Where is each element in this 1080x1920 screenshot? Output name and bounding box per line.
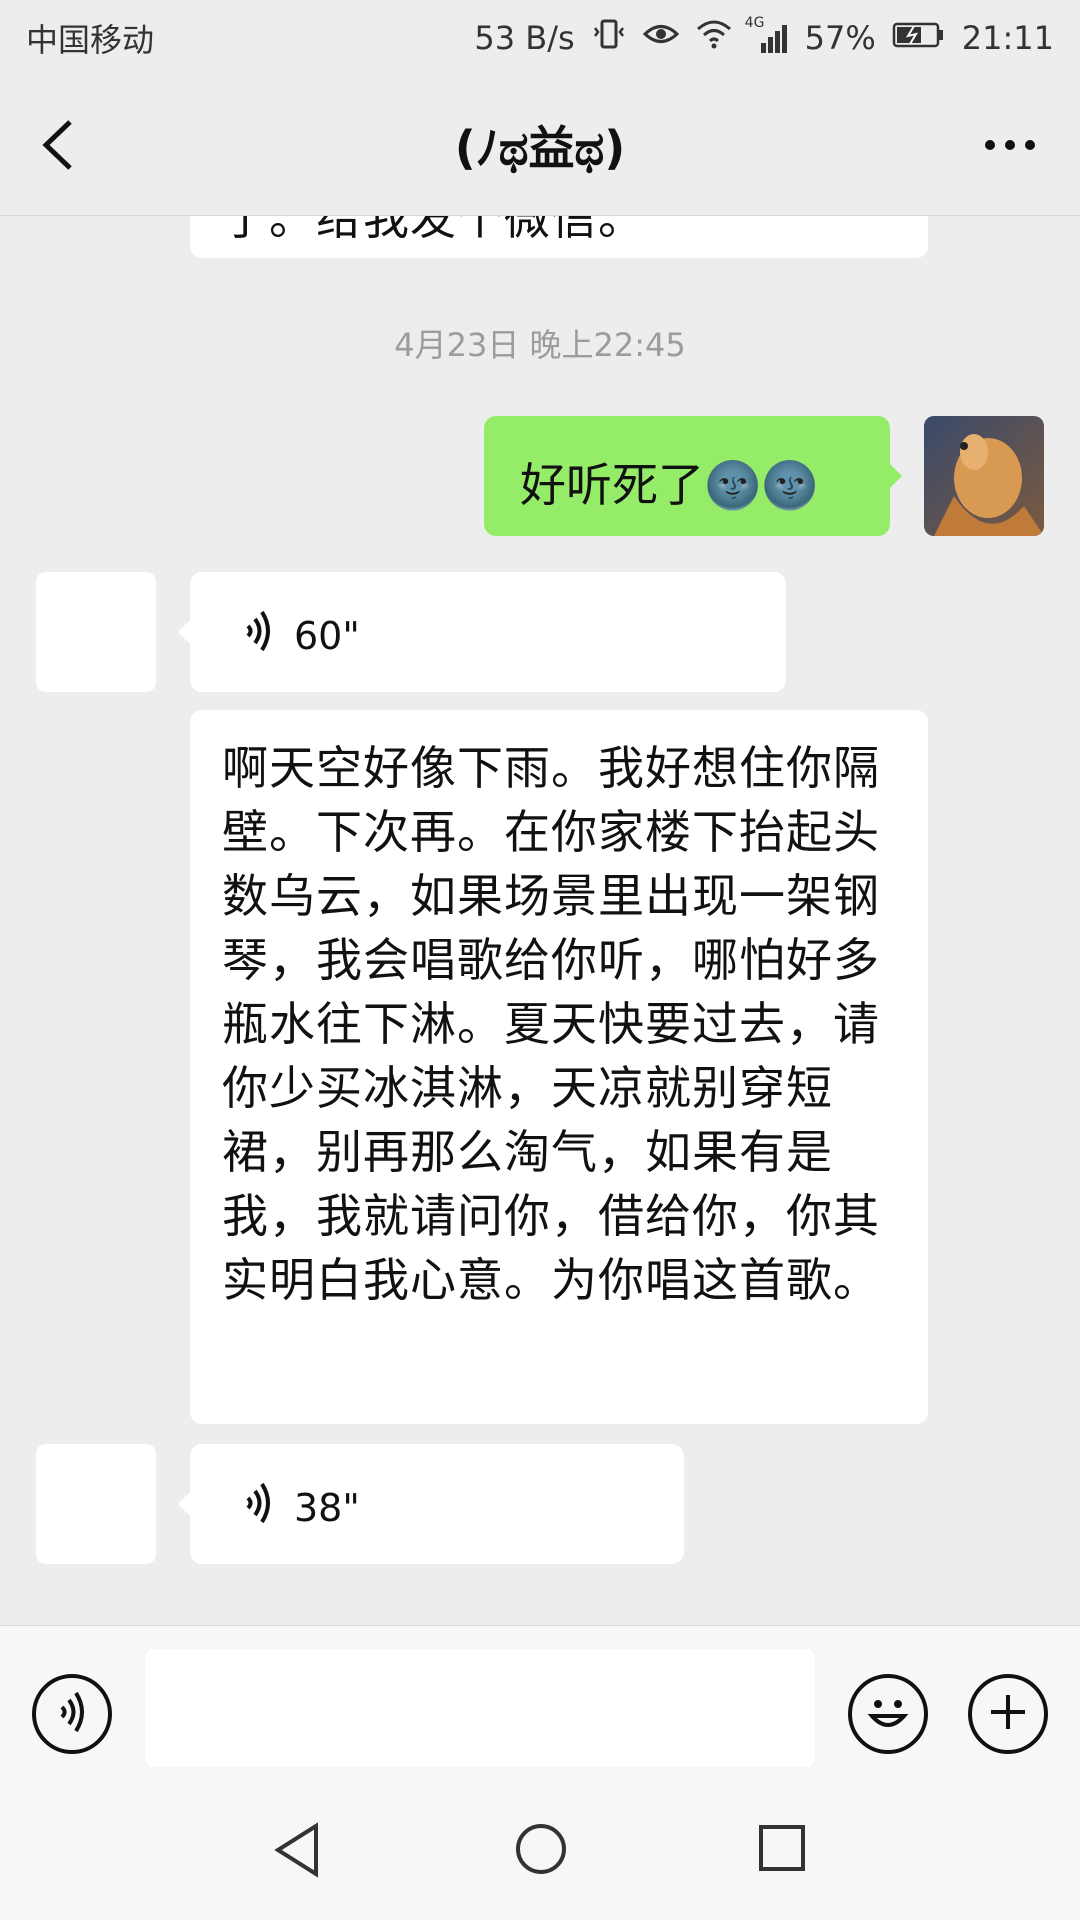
nav-recents-square-icon[interactable]	[758, 1824, 806, 1876]
chat-title: (ﾉಥ益ಥ)	[454, 121, 626, 175]
carrier-label: 中国移动	[26, 20, 155, 59]
message-timestamp: 4月23日 晚上22:45	[394, 326, 686, 364]
more-icon[interactable]	[980, 130, 1040, 160]
partial-message-text: 了。给我发个微信。	[222, 216, 645, 245]
network-speed: 53 B/s	[474, 18, 575, 57]
my-message-bubble[interactable]: 好听死了🌚🌚	[484, 416, 902, 536]
voice-icon	[240, 1478, 276, 1537]
status-indicators: 53 B/s 4G 57% 21:11	[474, 15, 1054, 60]
my-avatar[interactable]	[924, 416, 1044, 536]
voice-icon	[54, 1690, 90, 1738]
nav-back-triangle-icon[interactable]	[272, 1822, 322, 1882]
back-icon[interactable]	[30, 110, 90, 180]
voice-transcript-text: 啊天空好像下雨。我好想住你隔壁。下次再。在你家楼下抬起头数乌云，如果场景里出现一…	[222, 741, 880, 1307]
eye-icon	[642, 19, 679, 57]
emoji-icon	[858, 1682, 918, 1746]
my-message-text: 好听死了🌚🌚	[520, 458, 819, 512]
nav-bar: (ﾉಥ益ಥ)	[0, 75, 1080, 215]
input-bar	[0, 1625, 1080, 1771]
add-button[interactable]	[968, 1674, 1048, 1754]
voice-message-bubble[interactable]: 60"	[178, 572, 786, 692]
contact-avatar[interactable]	[36, 572, 156, 692]
system-nav-bar	[0, 1770, 1080, 1920]
voice-transcript-bubble[interactable]: 啊天空好像下雨。我好想住你隔壁。下次再。在你家楼下抬起头数乌云，如果场景里出现一…	[190, 710, 928, 1424]
status-bar: 中国移动 53 B/s 4G 57% 21:11	[0, 0, 1080, 75]
nav-home-circle-icon[interactable]	[514, 1822, 568, 1880]
voice-duration: 60"	[294, 613, 360, 658]
battery-icon	[892, 19, 946, 57]
voice-duration: 38"	[294, 1485, 360, 1530]
chat-area[interactable]: 了。给我发个微信。 4月23日 晚上22:45 好听死了🌚🌚 60" 啊天空好像…	[0, 216, 1080, 1624]
voice-icon	[240, 606, 276, 665]
signal-icon: 4G	[745, 15, 789, 55]
battery-percent: 57%	[804, 18, 876, 57]
message-input[interactable]	[145, 1649, 815, 1767]
wifi-icon	[695, 18, 733, 58]
partial-message-bubble[interactable]: 了。给我发个微信。	[190, 216, 928, 258]
voice-message-bubble[interactable]: 38"	[178, 1444, 684, 1564]
vibrate-icon	[591, 16, 627, 60]
emoji-button[interactable]	[848, 1674, 928, 1754]
contact-avatar[interactable]	[36, 1444, 156, 1564]
voice-input-button[interactable]	[32, 1674, 112, 1754]
clock: 21:11	[961, 18, 1054, 57]
add-icon	[983, 1687, 1033, 1741]
